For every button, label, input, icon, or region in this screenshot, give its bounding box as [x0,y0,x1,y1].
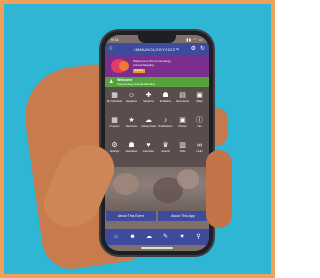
grid-icon: ▦ [111,117,118,124]
grid-item-label: Program [109,125,120,128]
grid-item[interactable]: ▦ Program [106,116,123,134]
grid-item[interactable]: ▤ Documents [174,91,191,109]
welcome-subtitle: Immunology Annual Meeting [117,82,155,86]
poll-icon: ▥ [179,142,186,149]
calendar-icon: ▦ [111,92,118,99]
grid-item[interactable]: ▣ Photos [174,116,191,134]
note-icon[interactable]: ✎ [159,233,173,241]
chat-icon[interactable]: ☁ [142,233,156,241]
grid-item[interactable]: ∞ Links [191,141,208,159]
info-icon: ⓘ [196,117,203,124]
search-icon[interactable]: ⚲ [192,233,206,241]
grid-item-label: Attendees [125,150,138,153]
gear-icon: ⚙ [111,142,118,149]
grid-item[interactable]: ♥ Favorites [140,141,157,159]
welcome-bar[interactable]: ♟ Welcome Immunology Annual Meeting [105,77,209,87]
heart-icon[interactable]: ♥ [175,233,189,241]
person-icon: ♟ [109,79,114,85]
grid-item-label: Speakers [126,100,137,103]
banner-text: Welcome to the Immunology Annual Meeting [133,59,171,67]
plus-icon: ✚ [145,92,152,99]
grid-item-label: Maps [196,100,203,103]
grid-item[interactable]: ☁ Activity Feed [140,116,157,134]
chat-icon: ☁ [145,117,152,124]
home-indicator [141,247,173,249]
grid-item[interactable]: ⓘ Info [191,116,208,134]
grid-item-label: Favorites [143,150,154,153]
speaker-icon: ☺ [127,92,136,99]
grid-item-label: Activity Feed [141,125,156,128]
grid-item[interactable]: ♛ Awards [157,141,174,159]
about-event-button[interactable]: About This Event [106,211,156,221]
phone-screen: 9:41 ▮▮ ◠ ▭ ≡ IMMUNOLOGY2022™ ⚙ ↻ Welcom… [105,35,209,251]
event-banner[interactable]: Welcome to the Immunology Annual Meeting… [105,55,209,77]
grid-item[interactable]: ♪ Notifications [157,116,174,134]
status-time: 9:41 [111,37,119,42]
map-icon: ▣ [196,92,203,99]
grid-item[interactable]: ★ Sponsors [123,116,140,134]
grid-item[interactable]: ▣ Maps [191,91,208,109]
banner-line2: Annual Meeting [133,63,154,67]
gear-icon[interactable]: ⚙ [191,45,196,52]
grid-item[interactable]: ✚ Sessions [140,91,157,109]
grid-item-label: Sponsors [126,125,137,128]
about-app-button[interactable]: About This App [158,211,208,221]
grid-item-label: Info [197,125,202,128]
grid-item-label: Links [196,150,203,153]
trophy-icon: ♛ [162,142,169,149]
banner-logo-accent [119,61,129,71]
refresh-icon[interactable]: ↻ [200,45,205,52]
grid-item-label: My Schedule [107,100,122,103]
grid-item-label: Sessions [143,100,154,103]
grid-item-label: Documents [175,100,190,103]
grid-item-label: Exhibitors [159,100,172,103]
document-icon: ▤ [179,92,186,99]
bottom-tab-bar: ⌂ ☻ ☁ ✎ ♥ ⚲ [105,229,209,245]
status-icons: ▮▮ ◠ ▭ [186,37,203,42]
home-icon[interactable]: ⌂ [109,233,123,241]
grid-item-label: Awards [161,150,170,153]
grid-item-label: Photos [178,125,187,128]
fingers [206,150,232,228]
grid-item-label: Notifications [158,125,173,128]
camera-icon: ▣ [179,117,186,124]
heart-icon: ♥ [146,142,151,149]
people-icon: ☗ [128,142,135,149]
event-photo-background [105,167,209,211]
app-bar: ≡ IMMUNOLOGY2022™ ⚙ ↻ [105,43,209,55]
grid-item[interactable]: ▦ My Schedule [106,91,123,109]
grid-item[interactable]: ☗ Attendees [123,141,140,159]
user-icon[interactable]: ☻ [126,233,140,241]
grid-item[interactable]: ☺ Speakers [123,91,140,109]
people-icon: ☗ [162,92,169,99]
star-icon: ★ [128,117,135,124]
grid-item-label: Polls [179,150,186,153]
link-icon: ∞ [197,142,202,149]
grid-item[interactable]: ☗ Exhibitors [157,91,174,109]
bell-icon: ♪ [163,117,168,124]
phone-device: 9:41 ▮▮ ◠ ▭ ≡ IMMUNOLOGY2022™ ⚙ ↻ Welcom… [101,31,213,255]
phone-notch [138,35,176,43]
grid-item[interactable]: ▥ Polls [174,141,191,159]
feature-grid: ▦ My Schedule ☺ Speakers ✚ Sessions ☗ Exhibitor… [105,87,209,167]
about-buttons: About This Event About This App [105,211,209,221]
banner-tag[interactable]: Explore [133,69,145,73]
